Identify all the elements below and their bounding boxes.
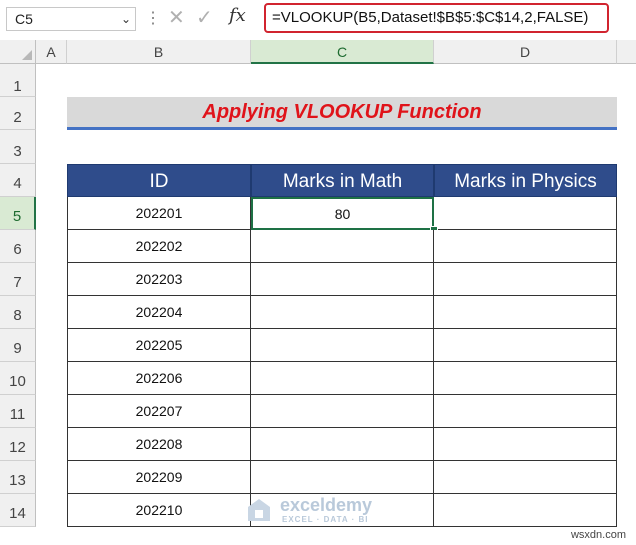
column-header-c[interactable]: C [251, 40, 434, 64]
table-cell-id[interactable]: 202203 [67, 263, 251, 296]
column-header-a[interactable]: A [36, 40, 67, 64]
table-cell-physics[interactable] [434, 362, 617, 395]
row-header-3[interactable]: 3 [0, 130, 36, 164]
table-cell-id[interactable]: 202210 [67, 494, 251, 527]
table-cell-math[interactable] [251, 395, 434, 428]
table-cell-math[interactable] [251, 329, 434, 362]
table-cell-math[interactable] [251, 230, 434, 263]
table-cell-math[interactable] [251, 362, 434, 395]
enter-check-icon[interactable]: ✓ [196, 5, 213, 30]
insert-function-button[interactable]: fx [229, 5, 246, 26]
chevron-down-icon[interactable]: ⌄ [121, 8, 131, 30]
column-header-b[interactable]: B [67, 40, 251, 64]
table-cell-physics[interactable] [434, 395, 617, 428]
table-cell-id[interactable]: 202209 [67, 461, 251, 494]
header-marks-math[interactable]: Marks in Math [251, 164, 434, 197]
table-cell-physics[interactable] [434, 329, 617, 362]
table-cell-math[interactable] [251, 296, 434, 329]
select-all-button[interactable] [0, 40, 36, 64]
row-header-12[interactable]: 12 [0, 428, 36, 461]
table-cell-id[interactable]: 202202 [67, 230, 251, 263]
row-header-14[interactable]: 14 [0, 494, 36, 527]
table-cell-id[interactable]: 202205 [67, 329, 251, 362]
table-cell-math[interactable] [251, 263, 434, 296]
column-header-d[interactable]: D [434, 40, 617, 64]
row-header-6[interactable]: 6 [0, 230, 36, 263]
table-cell-math[interactable] [251, 461, 434, 494]
row-header-8[interactable]: 8 [0, 296, 36, 329]
table-cell-physics[interactable] [434, 461, 617, 494]
table-cell-id[interactable]: 202206 [67, 362, 251, 395]
row-header-7[interactable]: 7 [0, 263, 36, 296]
row-header-1[interactable]: 1 [0, 64, 36, 97]
table-cell-physics[interactable] [434, 197, 617, 230]
title-cell[interactable]: Applying VLOOKUP Function [67, 97, 617, 130]
row-header-10[interactable]: 10 [0, 362, 36, 395]
cancel-icon[interactable]: ✕ [168, 5, 185, 30]
table-cell-physics[interactable] [434, 263, 617, 296]
table-cell-physics[interactable] [434, 494, 617, 527]
table-cell-physics[interactable] [434, 230, 617, 263]
header-id[interactable]: ID [67, 164, 251, 197]
row-header-4[interactable]: 4 [0, 164, 36, 197]
table-cell-id[interactable]: 202207 [67, 395, 251, 428]
watermark-name: exceldemy [280, 495, 373, 515]
row-header-2[interactable]: 2 [0, 97, 36, 130]
table-cell-physics[interactable] [434, 296, 617, 329]
watermark-tagline: EXCEL · DATA · BI [282, 515, 369, 524]
row-header-5[interactable]: 5 [0, 197, 36, 230]
formula-bar: C5 ⌄ ⋮ ✕ ✓ fx =VLOOKUP(B5,Dataset!$B$5:$… [0, 0, 636, 38]
exceldemy-logo-icon [248, 499, 270, 521]
table-cell-physics[interactable] [434, 428, 617, 461]
name-box[interactable]: C5 ⌄ [6, 7, 136, 31]
name-box-value: C5 [15, 11, 33, 27]
active-cell-c5[interactable]: 80 [251, 197, 434, 230]
table-cell-id[interactable]: 202204 [67, 296, 251, 329]
site-mark: wsxdn.com [570, 529, 626, 541]
table-cell-id[interactable]: 202201 [67, 197, 251, 230]
column-header-partial[interactable] [617, 40, 636, 64]
row-header-13[interactable]: 13 [0, 461, 36, 494]
row-header-11[interactable]: 11 [0, 395, 36, 428]
formula-input[interactable]: =VLOOKUP(B5,Dataset!$B$5:$C$14,2,FALSE) [264, 3, 609, 33]
more-options-icon[interactable]: ⋮ [145, 8, 161, 28]
table-cell-math[interactable] [251, 428, 434, 461]
table-cell-id[interactable]: 202208 [67, 428, 251, 461]
row-header-9[interactable]: 9 [0, 329, 36, 362]
header-marks-physics[interactable]: Marks in Physics [434, 164, 617, 197]
